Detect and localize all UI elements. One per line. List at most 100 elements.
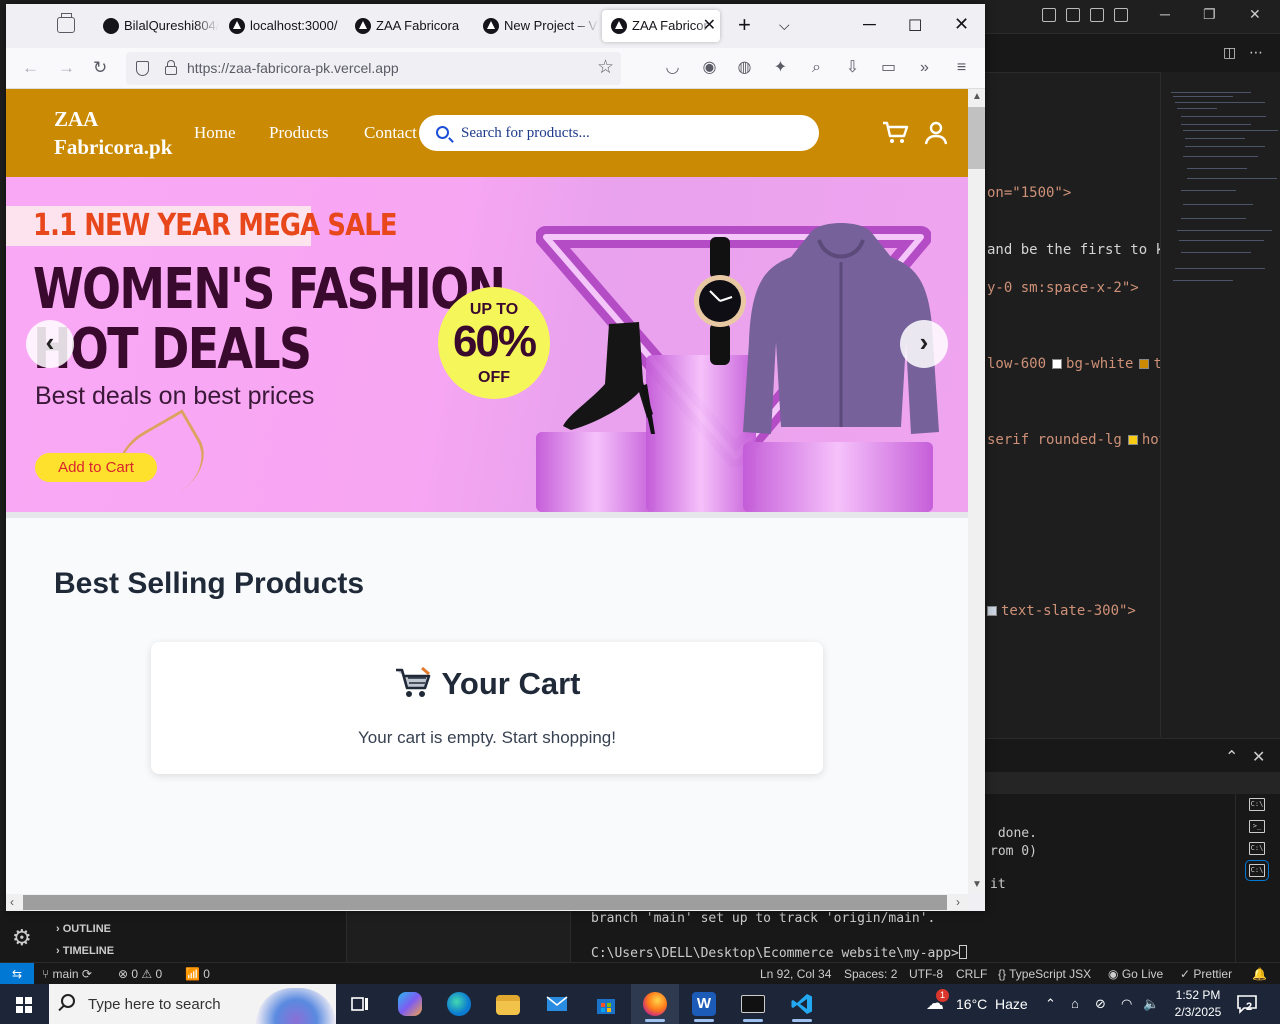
minimize-icon[interactable]: ─: [863, 14, 876, 35]
maximize-panel-icon[interactable]: ⌃: [1225, 747, 1238, 767]
file-explorer-button[interactable]: [484, 984, 532, 1024]
tab-new-project[interactable]: New Project – V: [474, 10, 599, 42]
show-hidden-icons-icon[interactable]: ⌃: [1045, 996, 1056, 1012]
scroll-down-icon[interactable]: ▼: [972, 879, 982, 890]
list-tabs-icon[interactable]: ⌵: [779, 17, 790, 34]
firefox-button[interactable]: [631, 984, 679, 1024]
code-editor[interactable]: on="1500"> and be the first to kn y-0 sm…: [985, 72, 1176, 639]
toggle-panel-icon[interactable]: [1090, 8, 1104, 22]
problems-status[interactable]: ⊗ 0 ⚠ 0: [118, 967, 162, 981]
extensions-icon[interactable]: ✦: [772, 60, 789, 77]
terminal-prompt[interactable]: C:\Users\DELL\Desktop\Ecommerce website\…: [591, 945, 967, 961]
scroll-right-icon[interactable]: ›: [956, 895, 960, 909]
eol-status[interactable]: CRLF: [956, 967, 987, 981]
lock-icon[interactable]: [165, 60, 177, 75]
timeline-section[interactable]: › TIMELINE: [56, 945, 114, 957]
cart-icon[interactable]: [881, 119, 909, 147]
terminal-cmd-icon[interactable]: C:\: [1245, 860, 1269, 881]
forward-icon[interactable]: →: [58, 58, 75, 78]
vscode-restore-icon[interactable]: ❐: [1203, 6, 1216, 23]
firefox-view-icon[interactable]: [57, 13, 75, 33]
split-editor-icon[interactable]: ◫: [1223, 44, 1236, 61]
search-input[interactable]: [461, 121, 801, 145]
golive-status[interactable]: ◉ Go Live: [1108, 967, 1163, 981]
weather-widget[interactable]: ☁ 1 16°C Haze: [922, 984, 1032, 1024]
banner-add-to-cart-button[interactable]: Add to Cart: [35, 453, 157, 482]
indentation-status[interactable]: Spaces: 2: [844, 967, 897, 981]
tab-github[interactable]: BilalQureshi804/: [94, 10, 219, 42]
address-bar[interactable]: https://zaa-fabricora-pk.vercel.app ☆: [126, 52, 621, 85]
nav-products[interactable]: Products: [269, 123, 329, 143]
tab-localhost[interactable]: localhost:3000/: [220, 10, 345, 42]
network-offline-icon[interactable]: ⊘: [1095, 996, 1106, 1012]
ports-status[interactable]: 📶 0: [185, 967, 210, 981]
carousel-prev-button[interactable]: ‹: [26, 320, 74, 368]
encoding-status[interactable]: UTF-8: [909, 967, 943, 981]
close-window-icon[interactable]: ✕: [954, 14, 969, 35]
meet-now-icon[interactable]: ⌂: [1071, 996, 1079, 1011]
tracking-protection-icon[interactable]: [136, 61, 149, 76]
reload-icon[interactable]: ↻: [93, 58, 107, 78]
minimap[interactable]: [1160, 72, 1280, 737]
start-button[interactable]: [0, 984, 48, 1024]
copilot-button[interactable]: [386, 984, 434, 1024]
taskbar-search[interactable]: Type here to search: [49, 984, 336, 1024]
scrollbar-thumb[interactable]: [968, 107, 985, 169]
sidebar-icon[interactable]: ▭: [880, 60, 897, 77]
nav-home[interactable]: Home: [194, 123, 236, 143]
terminal-cmd-icon[interactable]: C:\: [1249, 798, 1265, 811]
overflow-icon[interactable]: »: [916, 60, 933, 77]
layout-controls[interactable]: [1042, 8, 1128, 22]
outline-section[interactable]: › OUTLINE: [56, 923, 111, 935]
menu-icon[interactable]: ≡: [953, 60, 970, 77]
scroll-left-icon[interactable]: ‹: [10, 895, 14, 909]
customize-layout-icon[interactable]: [1042, 8, 1056, 22]
user-icon[interactable]: [922, 119, 950, 147]
vscode-button[interactable]: [778, 984, 826, 1024]
vertical-scrollbar[interactable]: ▲ ▼: [968, 89, 985, 894]
notifications-button[interactable]: 2: [1236, 994, 1260, 1014]
branch-status[interactable]: ⑂ main ⟳: [42, 967, 92, 981]
tab-zaa-fabricora-active[interactable]: ZAA Fabricor ✕: [602, 10, 720, 42]
terminal-cmd-icon[interactable]: C:\: [1249, 842, 1265, 855]
task-view-button[interactable]: [336, 984, 384, 1024]
terminal-powershell-icon[interactable]: >_: [1249, 820, 1265, 833]
remote-icon[interactable]: ⇆: [0, 963, 34, 985]
maximize-icon[interactable]: ☐: [908, 16, 922, 36]
cursor-position[interactable]: Ln 92, Col 34: [760, 967, 831, 981]
toggle-secondary-sidebar-icon[interactable]: [1114, 8, 1128, 22]
carousel-next-button[interactable]: ›: [900, 320, 948, 368]
pocket-icon[interactable]: ◡: [664, 60, 681, 77]
volume-icon[interactable]: 🔈: [1143, 996, 1159, 1012]
language-status[interactable]: {} TypeScript JSX: [998, 967, 1091, 981]
new-tab-icon[interactable]: +: [738, 12, 751, 38]
back-icon[interactable]: ←: [22, 58, 39, 78]
edge-button[interactable]: [435, 984, 483, 1024]
close-tab-icon[interactable]: ✕: [703, 10, 716, 42]
translate-icon[interactable]: ◍: [736, 60, 753, 77]
downloads-icon[interactable]: ⇩: [844, 60, 861, 77]
site-logo[interactable]: ZAA Fabricora.pk: [54, 105, 204, 161]
bookmark-star-icon[interactable]: ☆: [597, 56, 614, 79]
store-button[interactable]: [582, 984, 630, 1024]
toggle-sidebar-icon[interactable]: [1066, 8, 1080, 22]
account-icon[interactable]: ◉: [701, 60, 718, 77]
word-button[interactable]: W: [680, 984, 728, 1024]
prettier-status[interactable]: ✓ Prettier: [1180, 967, 1232, 981]
clock[interactable]: 1:52 PM 2/3/2025: [1170, 987, 1226, 1021]
mail-button[interactable]: [533, 984, 581, 1024]
horizontal-scrollbar[interactable]: ‹ ›: [6, 894, 968, 911]
settings-gear-icon[interactable]: ⚙: [12, 925, 32, 951]
scroll-up-icon[interactable]: ▲: [972, 91, 982, 102]
terminal-button[interactable]: [729, 984, 777, 1024]
url-text[interactable]: https://zaa-fabricora-pk.vercel.app: [187, 60, 399, 76]
wifi-icon[interactable]: ◠: [1121, 996, 1132, 1012]
scrollbar-thumb[interactable]: [23, 895, 947, 910]
tab-zaa-fabricora[interactable]: ZAA Fabricora: [346, 10, 471, 42]
search-icon[interactable]: ⌕: [808, 60, 825, 77]
notifications-bell-icon[interactable]: 🔔: [1252, 967, 1267, 981]
vscode-close-icon[interactable]: ✕: [1249, 6, 1261, 23]
close-panel-icon[interactable]: ✕: [1252, 747, 1265, 767]
more-actions-icon[interactable]: ⋯: [1249, 44, 1263, 61]
nav-contact[interactable]: Contact: [364, 123, 417, 143]
